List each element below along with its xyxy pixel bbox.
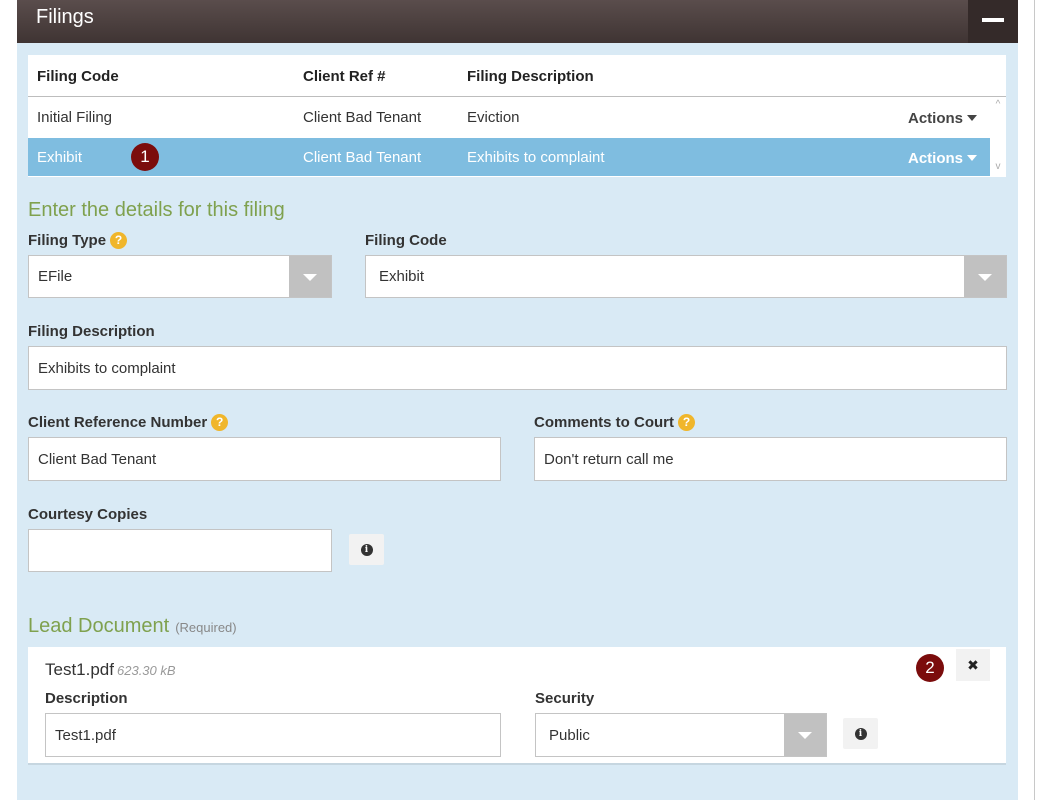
info-icon: i [360,543,373,556]
dropdown-arrow-icon[interactable] [784,714,826,756]
help-icon[interactable]: ? [678,414,695,431]
comments-label-text: Comments to Court [534,414,674,431]
panel-header: Filings [17,0,1018,43]
collapse-button[interactable] [968,0,1018,43]
scroll-up-icon[interactable]: ^ [994,100,1002,110]
client-reference-value: Client Bad Tenant [38,450,157,468]
help-icon[interactable]: ? [211,414,229,431]
close-icon: ✖ [967,657,979,673]
security-value: Public [549,726,590,744]
lead-document-title: Lead Document [28,615,170,637]
filing-code-label: Filing Code [365,232,447,249]
dropdown-arrow-icon[interactable] [964,256,1006,297]
step-marker-2: 2 [916,654,944,682]
document-description-label: Description [45,690,128,707]
client-reference-label-text: Client Reference Number [28,414,208,431]
filing-description-value: Exhibits to complaint [38,359,176,377]
security-label: Security [535,690,595,707]
step-marker-1: 1 [131,143,159,171]
required-note: (Required) [175,620,237,635]
document-description-input[interactable]: Test1.pdf [45,713,501,757]
courtesy-copies-input[interactable] [28,529,332,572]
client-reference-input[interactable]: Client Bad Tenant [28,437,501,481]
comments-value: Don't return call me [544,450,674,468]
filing-description-input[interactable]: Exhibits to complaint [28,346,1007,390]
filing-type-select[interactable]: EFile [28,255,332,298]
table-row-selected[interactable]: Exhibit Client Bad Tenant Exhibits to co… [28,138,990,176]
grid-scrollbar[interactable]: ^ v [990,97,1006,177]
minus-icon [982,18,1004,22]
filing-code-value: Exhibit [379,268,425,285]
row-client-ref: Client Bad Tenant [303,109,422,126]
client-reference-label: Client Reference Number? [28,414,229,431]
caret-down-icon [967,114,977,121]
actions-menu-button[interactable]: Actions [908,110,977,127]
row-filing-code: Exhibit [37,149,83,166]
file-size: 623.30 kB [117,663,176,678]
row-filing-description: Exhibits to complaint [467,149,605,166]
grid-header: Filing Code Client Ref # Filing Descript… [28,55,1006,97]
lead-document-heading: Lead Document (Required) [28,615,237,638]
caret-down-icon [967,154,977,161]
courtesy-copies-label: Courtesy Copies [28,506,148,523]
info-icon: i [854,727,867,740]
help-icon[interactable]: ? [110,232,128,249]
comments-input[interactable]: Don't return call me [534,437,1007,481]
filing-code-select[interactable]: Exhibit [365,255,1007,298]
panel-title: Filings [36,6,94,28]
column-header-client-ref[interactable]: Client Ref # [303,68,386,85]
column-header-filing-description[interactable]: Filing Description [467,68,594,85]
actions-label: Actions [907,110,963,127]
document-file-name: Test1.pdf 623.30 kB [45,660,176,680]
column-header-filing-code[interactable]: Filing Code [37,68,119,85]
file-name: Test1.pdf [45,660,114,679]
table-row[interactable]: Initial Filing Client Bad Tenant Evictio… [28,98,990,136]
courtesy-info-button[interactable]: i [349,534,384,565]
filings-grid: Filing Code Client Ref # Filing Descript… [28,55,1006,177]
security-info-button[interactable]: i [843,718,878,749]
filing-description-label: Filing Description [28,323,155,340]
scroll-down-icon[interactable]: v [994,162,1002,172]
document-description-value: Test1.pdf [55,726,116,744]
details-heading: Enter the details for this filing [28,199,285,221]
filing-type-label-text: Filing Type [28,232,107,249]
row-filing-code: Initial Filing [37,109,113,126]
security-select[interactable]: Public [535,713,827,757]
filing-type-label: Filing Type? [28,232,128,249]
filing-type-value: EFile [38,268,73,285]
actions-menu-button[interactable]: Actions [908,150,977,167]
dropdown-arrow-icon[interactable] [289,256,331,297]
comments-label: Comments to Court? [534,414,695,431]
page-scrollbar[interactable] [1034,0,1035,800]
remove-document-button[interactable]: ✖ [956,649,990,681]
row-client-ref: Client Bad Tenant [303,149,422,166]
actions-label: Actions [907,150,963,167]
row-filing-description: Eviction [467,109,520,126]
